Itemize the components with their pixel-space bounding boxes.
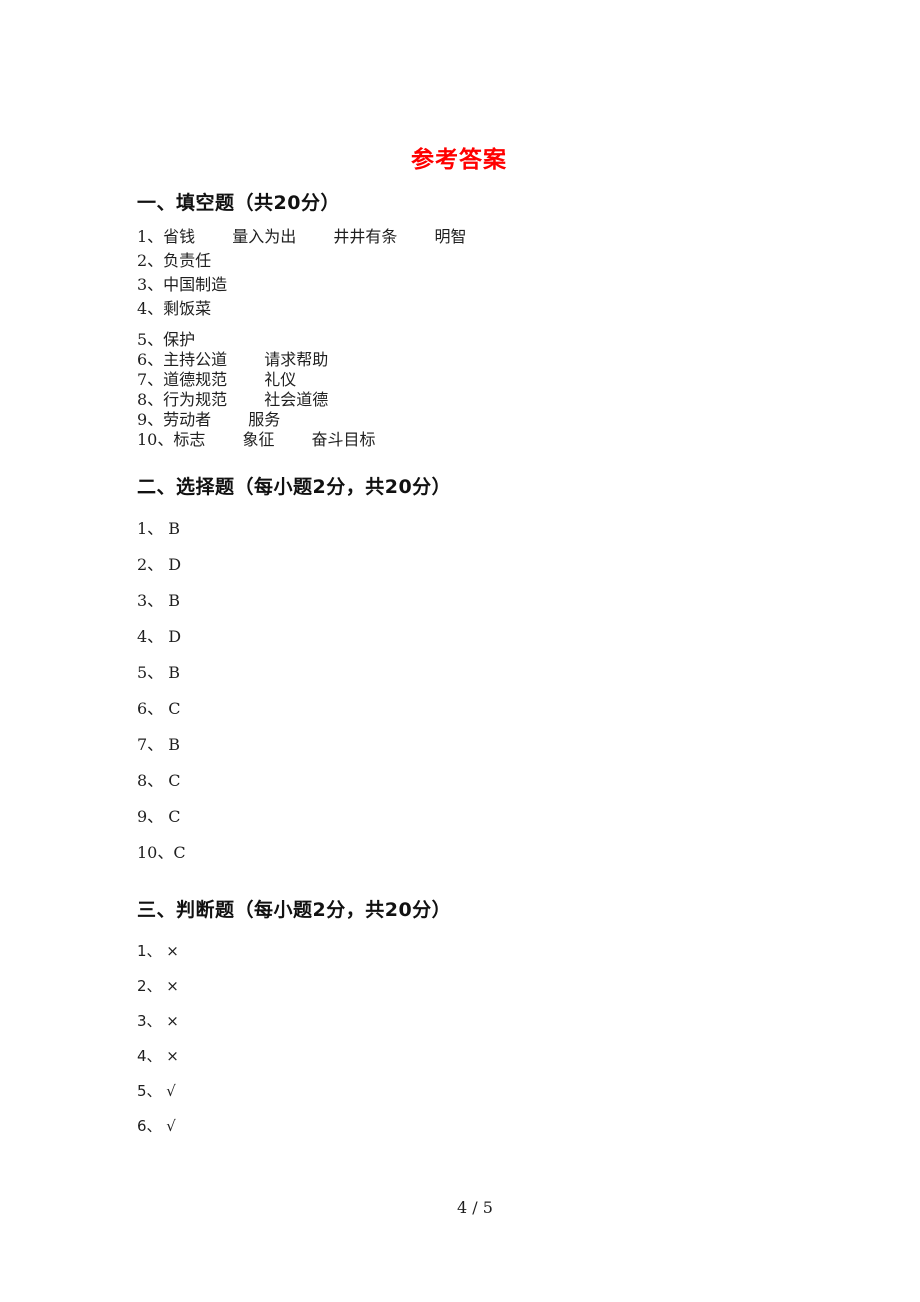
answer-item: 7、 B <box>137 735 181 754</box>
answer-item: 1、 × <box>137 942 179 960</box>
answer-item: 2、 × <box>137 977 179 995</box>
answer-item: 5、 √ <box>137 1082 176 1100</box>
answer-item: 7、道德规范 礼仪 <box>137 370 297 389</box>
answer-item: 1、 B <box>137 519 181 538</box>
answer-item: 10、标志 象征 奋斗目标 <box>137 430 376 449</box>
answer-item: 8、行为规范 社会道德 <box>137 390 329 409</box>
document-content: 一、填空题（共20分） 1、省钱 量入为出 井井有条 明智 2、负责任 3、中国… <box>137 188 837 1144</box>
page-title: 参考答案 <box>0 140 920 174</box>
section-heading-true-false: 三、判断题（每小题2分，共20分） <box>137 899 452 921</box>
section-heading-multiple-choice: 二、选择题（每小题2分，共20分） <box>137 476 452 498</box>
answer-item: 1、省钱 量入为出 井井有条 明智 <box>137 227 467 246</box>
answer-item: 3、中国制造 <box>137 275 228 294</box>
answer-item: 2、负责任 <box>137 251 212 270</box>
answer-item: 9、劳动者 服务 <box>137 410 281 429</box>
answer-list-multiple-choice: 1、 B 2、 D 3、 B 4、 D 5、 B 6、 C 7、 B 8、 C … <box>137 511 837 871</box>
answer-item: 6、 √ <box>137 1117 176 1135</box>
answer-item: 5、保护 <box>137 330 196 349</box>
page-title-text: 参考答案 <box>411 147 507 173</box>
answer-item: 5、 B <box>137 663 181 682</box>
page-number: 4 / 5 <box>457 1198 493 1217</box>
answer-item: 9、 C <box>137 807 181 826</box>
answer-item: 4、 D <box>137 627 182 646</box>
answer-item: 3、 × <box>137 1012 179 1030</box>
answer-item: 3、 B <box>137 591 181 610</box>
answer-item: 4、 × <box>137 1047 179 1065</box>
answer-list-true-false: 1、 × 2、 × 3、 × 4、 × 5、 √ 6、 √ <box>137 934 837 1144</box>
answer-item: 4、剩饭菜 <box>137 299 212 318</box>
answer-list-fill-in-blank: 1、省钱 量入为出 井井有条 明智 2、负责任 3、中国制造 4、剩饭菜 5、保… <box>137 225 837 450</box>
section-heading-fill-in-blank: 一、填空题（共20分） <box>137 192 340 214</box>
document-page: 参考答案 一、填空题（共20分） 1、省钱 量入为出 井井有条 明智 2、负责任… <box>0 0 920 1302</box>
answer-item: 10、C <box>137 843 186 862</box>
answer-item: 2、 D <box>137 555 182 574</box>
answer-item: 6、 C <box>137 699 181 718</box>
answer-item: 8、 C <box>137 771 181 790</box>
page-footer: 4 / 5 <box>0 1198 920 1217</box>
answer-item: 6、主持公道 请求帮助 <box>137 350 329 369</box>
